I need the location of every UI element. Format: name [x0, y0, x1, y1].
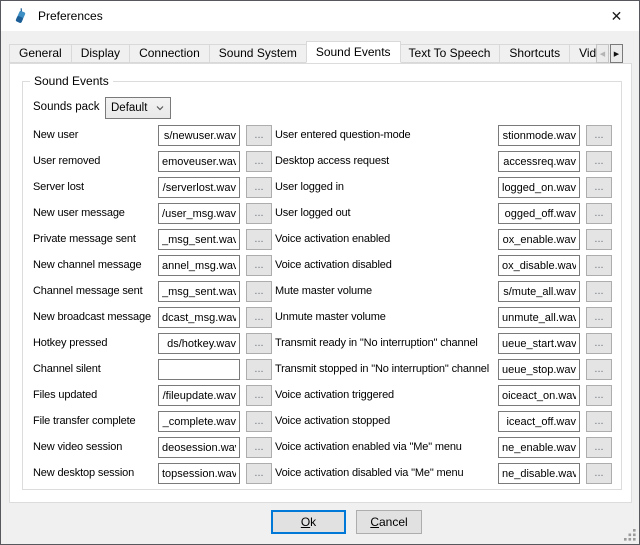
browse-button[interactable]: ...: [586, 359, 612, 380]
event-label: Transmit stopped in "No interruption" ch…: [275, 363, 489, 375]
browse-button[interactable]: ...: [586, 411, 612, 432]
sound-file-input[interactable]: [498, 463, 580, 484]
sound-event-row: Transmit ready in "No interruption" chan…: [23, 333, 621, 354]
ok-button[interactable]: Ok: [271, 510, 346, 534]
browse-button[interactable]: ...: [586, 463, 612, 484]
sound-file-input[interactable]: [498, 359, 580, 380]
close-button[interactable]: ✕: [594, 1, 639, 31]
browse-button[interactable]: ...: [586, 255, 612, 276]
sound-file-input[interactable]: [498, 229, 580, 250]
sound-event-row: Voice activation disabled via "Me" menu.…: [23, 463, 621, 484]
event-label: Unmute master volume: [275, 311, 386, 323]
sound-file-input[interactable]: [498, 437, 580, 458]
sound-file-input[interactable]: [498, 151, 580, 172]
tab-sound-system[interactable]: Sound System: [210, 44, 307, 63]
tab-shortcuts[interactable]: Shortcuts: [500, 44, 570, 63]
browse-button[interactable]: ...: [586, 203, 612, 224]
browse-button[interactable]: ...: [586, 281, 612, 302]
chevron-right-icon: ▶: [614, 50, 619, 58]
event-label: User logged in: [275, 181, 344, 193]
event-label: Voice activation stopped: [275, 415, 390, 427]
event-label: Voice activation disabled via "Me" menu: [275, 467, 463, 479]
ok-button-label: Ok: [273, 515, 344, 529]
browse-button[interactable]: ...: [586, 125, 612, 146]
tab-general[interactable]: General: [9, 44, 72, 63]
tab-sound-events[interactable]: Sound Events: [306, 41, 401, 63]
sound-event-row: User entered question-mode...: [23, 125, 621, 146]
tab-connection[interactable]: Connection: [130, 44, 210, 63]
sound-event-row: Transmit stopped in "No interruption" ch…: [23, 359, 621, 380]
sound-event-row: User logged out...: [23, 203, 621, 224]
preferences-dialog: Preferences ✕ GeneralDisplayConnectionSo…: [0, 0, 640, 545]
sound-file-input[interactable]: [498, 255, 580, 276]
sound-file-input[interactable]: [498, 125, 580, 146]
event-label: Voice activation enabled: [275, 233, 390, 245]
sound-event-row: Unmute master volume...: [23, 307, 621, 328]
tab-scroll-buttons: ◀ ▶: [596, 44, 623, 63]
sound-event-row: Voice activation triggered...: [23, 385, 621, 406]
sound-file-input[interactable]: [498, 333, 580, 354]
event-label: Voice activation triggered: [275, 389, 394, 401]
browse-button[interactable]: ...: [586, 229, 612, 250]
sound-events-tab-pane: Sound Events Sounds pack Default New use…: [9, 63, 632, 503]
sound-event-row: Voice activation disabled...: [23, 255, 621, 276]
tab-scroll-left-button[interactable]: ◀: [596, 44, 609, 63]
sound-file-input[interactable]: [498, 203, 580, 224]
tab-scroll-right-button[interactable]: ▶: [610, 44, 623, 63]
browse-button[interactable]: ...: [586, 437, 612, 458]
event-label: Mute master volume: [275, 285, 372, 297]
sound-event-row: Mute master volume...: [23, 281, 621, 302]
resize-grip[interactable]: [623, 528, 637, 542]
browse-button[interactable]: ...: [586, 177, 612, 198]
app-icon: [12, 8, 29, 25]
browse-button[interactable]: ...: [586, 333, 612, 354]
sound-file-input[interactable]: [498, 281, 580, 302]
event-label: Voice activation disabled: [275, 259, 392, 271]
sound-event-row: Voice activation enabled via "Me" menu..…: [23, 437, 621, 458]
tab-strip: GeneralDisplayConnectionSound SystemSoun…: [9, 41, 620, 63]
sound-event-row: Desktop access request...: [23, 151, 621, 172]
title-bar[interactable]: Preferences ✕: [1, 1, 639, 31]
event-label: Voice activation enabled via "Me" menu: [275, 441, 462, 453]
tab-text-to-speech[interactable]: Text To Speech: [400, 44, 501, 63]
sound-event-rows: New user...User removed...Server lost...…: [23, 82, 621, 489]
window-title: Preferences: [38, 9, 103, 23]
cancel-button-label: Cancel: [357, 515, 421, 529]
browse-button[interactable]: ...: [586, 385, 612, 406]
event-label: User logged out: [275, 207, 350, 219]
sound-file-input[interactable]: [498, 411, 580, 432]
sound-events-groupbox: Sound Events Sounds pack Default New use…: [22, 81, 622, 490]
sound-file-input[interactable]: [498, 385, 580, 406]
sound-file-input[interactable]: [498, 177, 580, 198]
close-icon: ✕: [611, 8, 623, 25]
browse-button[interactable]: ...: [586, 307, 612, 328]
event-label: Transmit ready in "No interruption" chan…: [275, 337, 478, 349]
browse-button[interactable]: ...: [586, 151, 612, 172]
sound-event-row: Voice activation enabled...: [23, 229, 621, 250]
event-label: Desktop access request: [275, 155, 389, 167]
tab-display[interactable]: Display: [72, 44, 130, 63]
sound-file-input[interactable]: [498, 307, 580, 328]
chevron-left-icon: ◀: [600, 50, 605, 58]
event-label: User entered question-mode: [275, 129, 411, 141]
cancel-button[interactable]: Cancel: [356, 510, 422, 534]
sound-event-row: User logged in...: [23, 177, 621, 198]
sound-event-row: Voice activation stopped...: [23, 411, 621, 432]
